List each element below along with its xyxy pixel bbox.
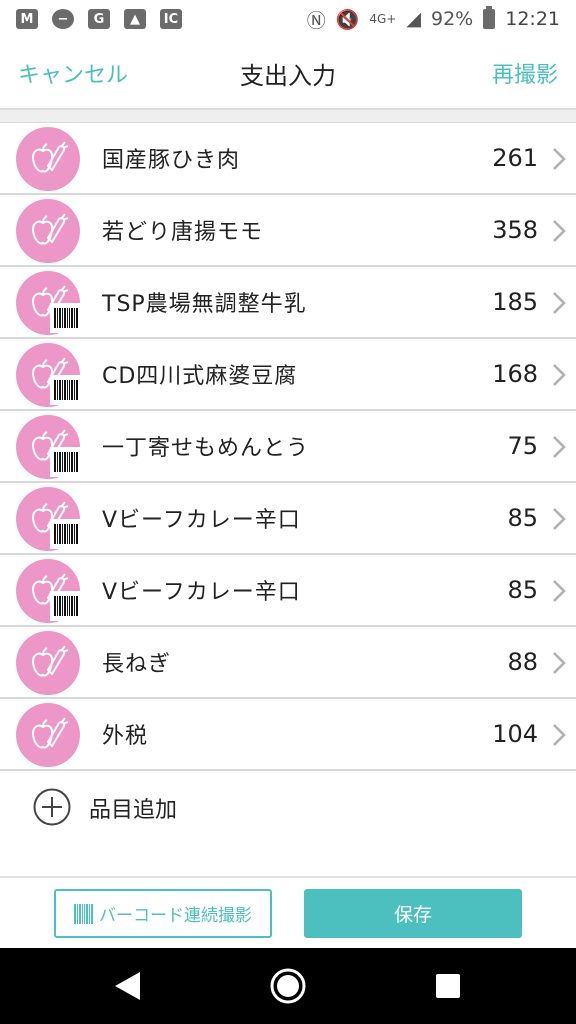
chevron-right-icon	[553, 580, 566, 602]
chevron-right-icon	[553, 220, 566, 242]
save-button[interactable]: 保存	[304, 889, 522, 938]
item-amount: 85	[507, 504, 538, 532]
expense-item-row[interactable]: 長ねぎ 88	[0, 627, 576, 699]
item-name: 長ねぎ	[102, 652, 172, 677]
maps-icon: G	[88, 9, 110, 29]
fruit-vegetable-icon	[16, 199, 80, 263]
gallery-icon: ▲	[124, 9, 146, 29]
item-amount: 168	[492, 360, 538, 388]
item-name: 若どり唐揚モモ	[102, 220, 264, 245]
barcode-continuous-scan-button[interactable]: バーコード連続撮影	[54, 889, 272, 938]
battery-level: 92%	[431, 8, 474, 30]
expense-item-row[interactable]: CD四川式麻婆豆腐 168	[0, 339, 576, 411]
item-amount: 185	[492, 288, 538, 316]
expense-item-row[interactable]: 若どり唐揚モモ 358	[0, 195, 576, 267]
item-name: 国産豚ひき肉	[102, 148, 241, 173]
item-amount: 88	[507, 648, 538, 676]
add-item-button[interactable]: 品目追加	[0, 770, 576, 840]
chevron-right-icon	[553, 148, 566, 170]
barcode-icon	[50, 447, 82, 477]
barcode-icon	[50, 375, 82, 405]
expense-item-row[interactable]: 一丁寄せもめんとう 75	[0, 411, 576, 483]
network-type: 4G+	[369, 12, 397, 26]
chevron-right-icon	[553, 364, 566, 386]
nfc-icon: Ⓝ	[306, 9, 326, 32]
signal-icon: ◢	[406, 8, 421, 30]
back-icon[interactable]	[112, 970, 142, 1002]
expense-item-row[interactable]: 外税 104	[0, 699, 576, 771]
recent-apps-icon[interactable]	[436, 974, 460, 998]
cancel-button[interactable]: キャンセル	[18, 57, 128, 89]
item-amount: 75	[507, 432, 538, 460]
expense-item-row[interactable]: Vビーフカレー辛口 85	[0, 483, 576, 555]
item-amount: 104	[492, 720, 538, 748]
plus-circle-icon	[33, 788, 71, 826]
item-name: CD四川式麻婆豆腐	[102, 364, 298, 389]
barcode-icon	[50, 303, 82, 333]
expense-item-list: 国産豚ひき肉 261 若どり唐揚モモ 358 TSP農場無調整牛乳 185 CD四川式…	[0, 123, 576, 771]
clock: 12:21	[505, 8, 560, 30]
chevron-right-icon	[553, 724, 566, 746]
fruit-vegetable-icon	[16, 703, 80, 767]
item-name: Vビーフカレー辛口	[102, 580, 301, 605]
item-name: 外税	[102, 724, 149, 749]
fruit-vegetable-icon	[16, 127, 80, 191]
barcode-icon	[74, 903, 93, 924]
item-name: TSP農場無調整牛乳	[102, 292, 307, 317]
home-icon[interactable]	[268, 966, 308, 1006]
expense-item-row[interactable]: TSP農場無調整牛乳 185	[0, 267, 576, 339]
chevron-right-icon	[553, 652, 566, 674]
do-not-disturb-icon: −	[52, 9, 74, 29]
item-name: 一丁寄せもめんとう	[102, 436, 310, 461]
barcode-icon	[50, 591, 82, 621]
system-navigation-bar	[0, 948, 576, 1024]
item-amount: 85	[507, 576, 538, 604]
fruit-vegetable-icon	[16, 631, 80, 695]
expense-item-row[interactable]: 国産豚ひき肉 261	[0, 123, 576, 195]
chevron-right-icon	[553, 292, 566, 314]
barcode-icon	[50, 519, 82, 549]
retake-button[interactable]: 再撮影	[492, 57, 558, 89]
mute-icon: 🔇	[335, 8, 360, 31]
gmail-icon: M	[16, 9, 38, 29]
app-header: キャンセル 支出入力 再撮影	[0, 38, 576, 110]
chevron-right-icon	[553, 508, 566, 530]
list-top-divider	[0, 110, 576, 123]
bottom-toolbar: バーコード連続撮影 保存	[0, 876, 576, 948]
item-name: Vビーフカレー辛口	[102, 508, 301, 533]
status-bar: M − G ▲ IC Ⓝ 🔇 4G+ ◢ 92% 12:21	[0, 0, 576, 38]
expense-item-row[interactable]: Vビーフカレー辛口 85	[0, 555, 576, 627]
item-amount: 261	[492, 144, 538, 172]
battery-icon	[483, 6, 496, 29]
barcode-button-label: バーコード連続撮影	[99, 906, 252, 926]
felica-icon: IC	[160, 9, 182, 29]
item-amount: 358	[492, 216, 538, 244]
chevron-right-icon	[553, 436, 566, 458]
add-item-label: 品目追加	[89, 798, 178, 823]
